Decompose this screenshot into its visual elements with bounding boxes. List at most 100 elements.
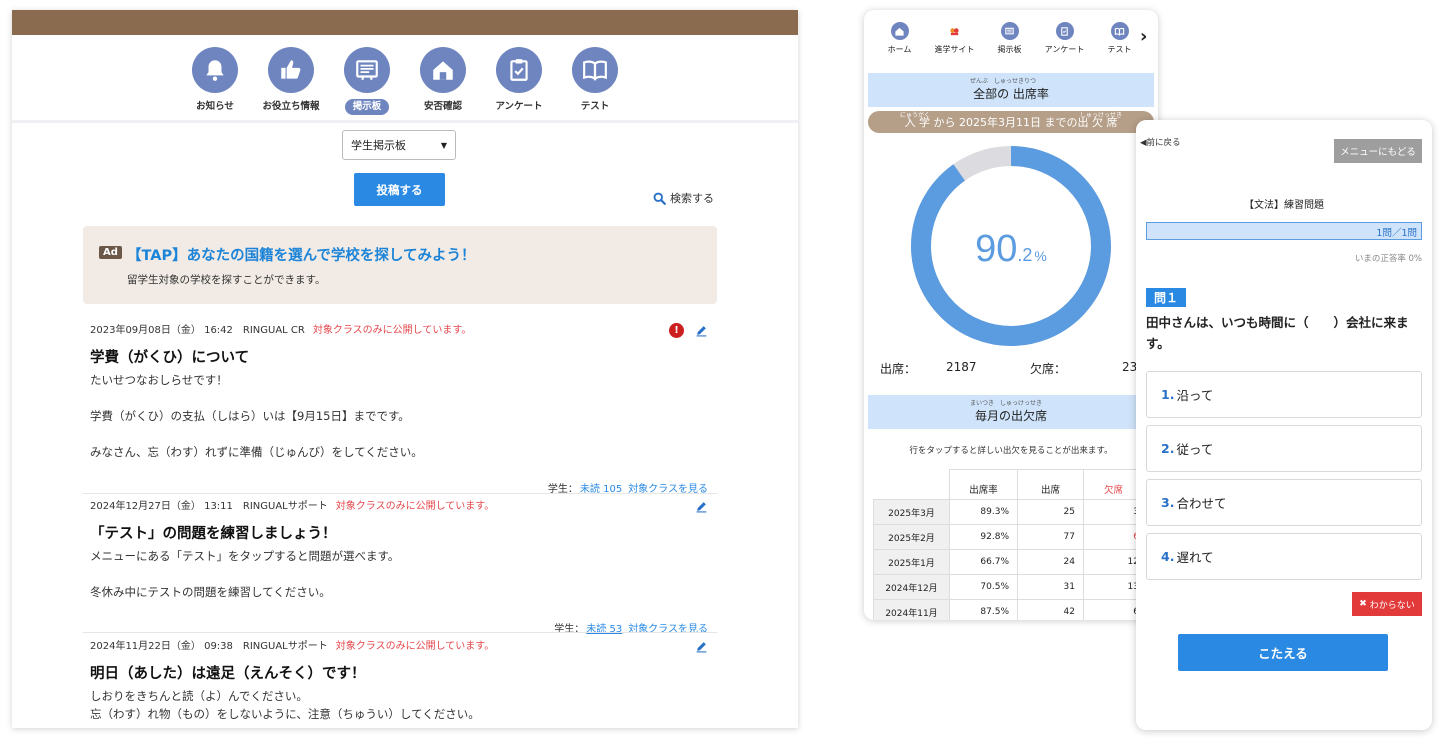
app-tab-bar: ホーム 進学サイト 掲示板 アンケート テスト	[872, 22, 1147, 55]
book-icon	[1110, 22, 1129, 40]
board-select[interactable]: 学生掲示板 ▼	[342, 130, 456, 160]
ad-banner[interactable]: Ad 【TAP】あなたの国籍を選んで学校を探してみよう！ 留学生対象の学校を探す…	[83, 226, 717, 304]
quiz-panel: ◀前に戻る メニューにもどる 【文法】練習問題 1問／1問 いまの正答率 0% …	[1136, 120, 1432, 730]
student-label: 学生：	[554, 624, 585, 635]
back-link[interactable]: ◀前に戻る	[1140, 136, 1181, 148]
dont-know-label: わからない	[1369, 600, 1415, 611]
post-item[interactable]: 2024年12月27日（金） 13:11 RINGUALサポート 対象クラスのみに…	[90, 500, 716, 635]
post-meta: 2024年11月22日（金） 09:38 RINGUALサポート 対象クラスのみに…	[90, 640, 716, 654]
post-divider	[83, 632, 717, 633]
post-item[interactable]: 2023年09月08日（金） 16:42 RINGUAL CR 対象クラスのみに公…	[90, 323, 716, 495]
row-rate: 89.3%	[949, 499, 1018, 525]
ad-subtitle: 留学生対象の学校を探すことができます。	[127, 274, 326, 286]
pencil-icon[interactable]	[695, 500, 708, 513]
close-icon: ✖	[1359, 599, 1367, 609]
post-body-line: 忘（わす）れ物（もの）をしないように、注意（ちゅうい）してください。	[90, 707, 480, 721]
all-rate-header: ぜんぶ しゅっせきりつ 全部の 出席率	[868, 73, 1154, 107]
tab-survey[interactable]: アンケート	[1037, 22, 1092, 55]
dont-know-button[interactable]: ✖ わからない	[1352, 592, 1422, 616]
tab-test[interactable]: テスト	[1092, 22, 1147, 55]
clipboard-check-icon	[496, 47, 542, 93]
row-absent: 6	[1083, 599, 1144, 620]
back-to-menu-button[interactable]: メニューにもどる	[1334, 139, 1422, 163]
answer-button[interactable]: こたえる	[1178, 634, 1388, 671]
row-rate: 70.5%	[949, 574, 1018, 600]
post-title: 学費（がくひ）について	[90, 350, 250, 366]
row-rate: 66.7%	[949, 549, 1018, 575]
quiz-progress-text: 1問／1問	[1376, 228, 1417, 239]
choice-number: 1.	[1161, 387, 1175, 402]
all-rate-ruby: ぜんぶ しゅっせきりつ	[970, 78, 1037, 85]
table-row[interactable]: 2025年3月 89.3% 25 3	[873, 499, 1144, 525]
nav-item-useful-info[interactable]: お役立ち情報	[253, 47, 329, 115]
nav-item-safety-check[interactable]: 安否確認	[405, 47, 481, 115]
choice-option[interactable]: 4. 遅れて	[1146, 533, 1422, 580]
choice-option[interactable]: 1. 沿って	[1146, 371, 1422, 418]
row-absent: 6	[1083, 524, 1144, 550]
post-body: メニューにある「テスト」をタップすると問題が選べます。 冬休み中にテストの問題を…	[90, 547, 716, 601]
post-title: 「テスト」の問題を練習しましょう！	[90, 526, 337, 542]
nav-label-test: テスト	[580, 101, 610, 112]
post-body-line	[90, 389, 716, 407]
caret-down-icon: ▼	[440, 140, 447, 150]
search-icon	[653, 192, 666, 205]
post-body: しおりをきちんと読（よ）んでください。 忘（わす）れ物（もの）をしないように、注…	[90, 687, 716, 723]
correct-rate: いまの正答率 0%	[1354, 254, 1422, 264]
table-row[interactable]: 2024年11月 87.5% 42 6	[873, 599, 1144, 620]
row-month: 2024年11月	[873, 599, 950, 620]
tap-hint: 行をタップすると詳しい出欠を見ることが出来ます。	[909, 446, 1113, 456]
table-header-row: 出席率 出席 欠席	[873, 469, 1144, 500]
post-body-line: 冬休み中にテストの問題を練習してください。	[90, 585, 331, 599]
nav-item-survey[interactable]: アンケート	[481, 47, 557, 115]
monthly-title: 毎月の出欠席	[974, 409, 1047, 423]
post-item[interactable]: 2024年11月22日（金） 09:38 RINGUALサポート 対象クラスのみに…	[90, 640, 716, 723]
row-month: 2025年2月	[873, 524, 950, 550]
col-header-rate: 出席率	[949, 469, 1018, 500]
thumbs-up-icon	[268, 47, 314, 93]
row-rate: 87.5%	[949, 599, 1018, 620]
nav-label-survey: アンケート	[495, 101, 543, 112]
nav-item-notices[interactable]: お知らせ	[177, 47, 253, 115]
post-visibility: 対象クラスのみに公開しています。	[335, 641, 495, 652]
post-meta-text: 2024年12月27日（金） 13:11 RINGUALサポート	[90, 501, 328, 512]
col-header-present: 出席	[1017, 469, 1084, 500]
choice-text: 従って	[1176, 442, 1214, 457]
row-month: 2025年3月	[873, 499, 950, 525]
board-select-value: 学生掲示板	[351, 139, 406, 152]
post-body-line: しおりをきちんと読（よ）んでください。	[90, 689, 308, 703]
tab-home[interactable]: ホーム	[872, 22, 927, 55]
period-ruby-left: にゅうがく	[900, 112, 931, 119]
post-button[interactable]: 投稿する	[354, 173, 445, 206]
nav-item-bulletin-board[interactable]: 掲示板	[329, 47, 405, 115]
nav-label-useful-info: お役立ち情報	[262, 101, 320, 112]
choice-number: 3.	[1161, 495, 1175, 510]
tab-label: 進学サイト	[934, 45, 975, 54]
pencil-icon[interactable]	[695, 640, 708, 653]
row-present: 31	[1017, 574, 1084, 600]
table-row[interactable]: 2025年2月 92.8% 77 6	[873, 524, 1144, 550]
nav-item-test[interactable]: テスト	[557, 47, 633, 115]
post-divider	[83, 493, 717, 494]
post-body-line: 学費（がくひ）の支払（しはら）いは【9月15日】までです。	[90, 409, 410, 423]
present-value: 2187	[946, 360, 977, 374]
rate-small: .2	[1017, 245, 1032, 265]
table-row[interactable]: 2024年12月 70.5% 31 13	[873, 574, 1144, 600]
tab-school-site[interactable]: 進学サイト	[927, 22, 982, 55]
choice-option[interactable]: 3. 合わせて	[1146, 479, 1422, 526]
monthly-ruby: まいつき しゅっけっせき	[970, 400, 1043, 407]
row-absent: 13	[1083, 574, 1144, 600]
choice-option[interactable]: 2. 従って	[1146, 425, 1422, 472]
search-link[interactable]: 検索する	[652, 190, 714, 206]
row-present: 77	[1017, 524, 1084, 550]
target-class-link[interactable]: 対象クラスを見る	[628, 624, 708, 635]
nav-label-notices: お知らせ	[196, 101, 234, 112]
choice-text: 遅れて	[1176, 550, 1214, 565]
row-month: 2025年1月	[873, 549, 950, 575]
choice-number: 2.	[1161, 441, 1175, 456]
chevron-right-icon[interactable]: ›	[1140, 26, 1147, 47]
unread-link[interactable]: 未読 53	[586, 624, 622, 635]
board-icon	[1000, 22, 1019, 40]
table-row[interactable]: 2025年1月 66.7% 24 12	[873, 549, 1144, 575]
tab-bulletin-board[interactable]: 掲示板	[982, 22, 1037, 55]
pencil-icon[interactable]	[695, 324, 708, 337]
